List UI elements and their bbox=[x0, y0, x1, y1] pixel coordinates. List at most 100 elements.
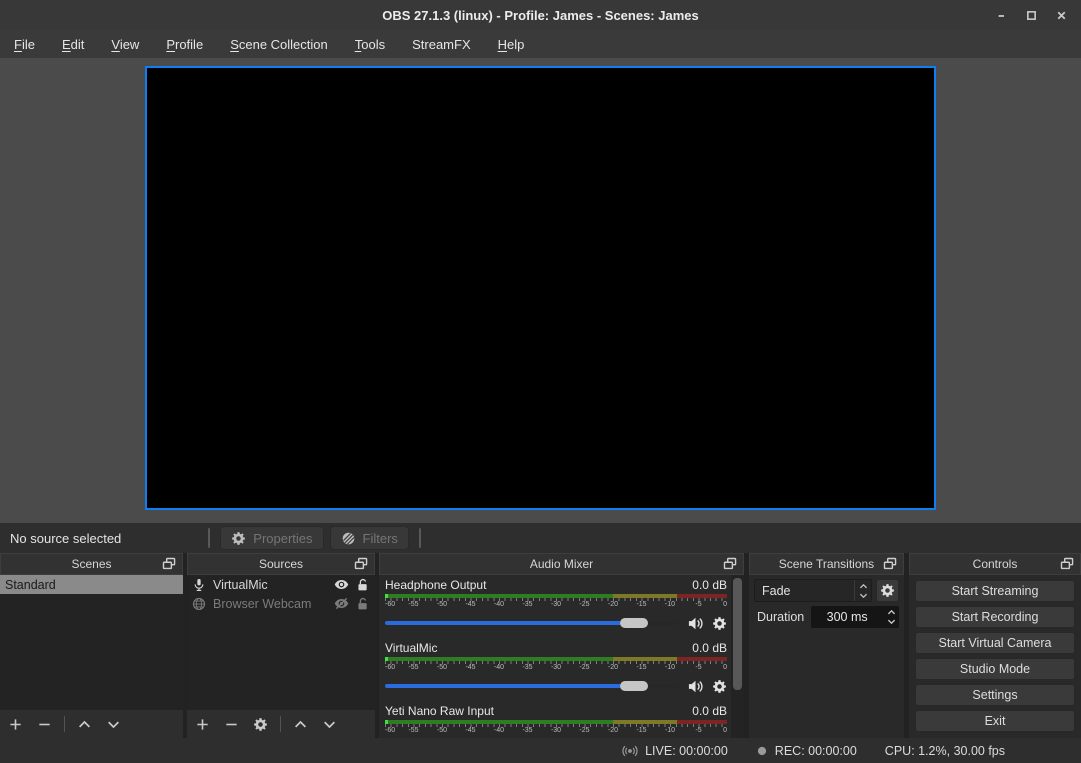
volume-meter bbox=[385, 594, 727, 598]
menu-edit[interactable]: Edit bbox=[62, 37, 84, 52]
menu-view[interactable]: View bbox=[111, 37, 139, 52]
tick-label: -25 bbox=[579, 727, 589, 734]
menu-scene-collection[interactable]: Scene Collection bbox=[230, 37, 328, 52]
source-properties-icon[interactable] bbox=[253, 717, 268, 732]
source-item[interactable]: VirtualMic bbox=[187, 575, 375, 594]
speaker-icon[interactable] bbox=[687, 615, 704, 632]
preview-canvas[interactable] bbox=[145, 66, 936, 510]
mixer-channel: Headphone Output0.0 dB-60-55-50-45-40-35… bbox=[385, 578, 727, 632]
move-source-up-icon[interactable] bbox=[293, 717, 308, 732]
scene-transitions-panel-header: Scene Transitions bbox=[749, 553, 904, 575]
add-source-icon[interactable] bbox=[195, 717, 210, 732]
transition-value: Fade bbox=[762, 584, 791, 598]
tick-label: -30 bbox=[551, 601, 561, 608]
spinner-up-icon[interactable] bbox=[883, 608, 899, 617]
tick-label: -15 bbox=[636, 727, 646, 734]
volume-slider[interactable] bbox=[385, 618, 679, 628]
speaker-icon[interactable] bbox=[687, 678, 704, 695]
properties-label: Properties bbox=[253, 531, 312, 546]
tick-label: -60 bbox=[385, 664, 395, 671]
menu-profile[interactable]: Profile bbox=[166, 37, 203, 52]
scenes-toolbar bbox=[0, 710, 183, 738]
transition-select[interactable]: Fade bbox=[754, 579, 872, 602]
duration-spinbox[interactable]: 300 ms bbox=[811, 606, 899, 628]
tick-label: -40 bbox=[494, 727, 504, 734]
tick-label: -15 bbox=[636, 601, 646, 608]
controls-panel: Controls Start StreamingStart RecordingS… bbox=[909, 553, 1081, 738]
eye-slash-icon[interactable] bbox=[334, 596, 349, 611]
gear-icon[interactable] bbox=[712, 679, 727, 694]
title-bar: OBS 27.1.3 (linux) - Profile: James - Sc… bbox=[0, 0, 1081, 30]
mixer-scrollbar[interactable] bbox=[731, 575, 744, 738]
scene-item[interactable]: Standard bbox=[0, 575, 183, 594]
spinner-up-icon[interactable] bbox=[859, 582, 868, 591]
rec-time: REC: 00:00:00 bbox=[775, 744, 857, 758]
spinner-down-icon[interactable] bbox=[859, 591, 868, 600]
menu-tools[interactable]: Tools bbox=[355, 37, 385, 52]
toolbar-separator bbox=[208, 528, 210, 548]
source-toolbar: No source selected Properties Filters bbox=[0, 523, 1081, 553]
record-dot-icon bbox=[756, 745, 768, 757]
remove-scene-icon[interactable] bbox=[37, 717, 52, 732]
slider-handle[interactable] bbox=[620, 681, 648, 691]
move-source-down-icon[interactable] bbox=[322, 717, 337, 732]
tick-label: -40 bbox=[494, 664, 504, 671]
main-area bbox=[0, 58, 1081, 523]
scrollbar-thumb[interactable] bbox=[733, 578, 742, 690]
maximize-button[interactable] bbox=[1023, 7, 1039, 23]
popout-icon[interactable] bbox=[1060, 557, 1075, 572]
popout-icon[interactable] bbox=[723, 557, 738, 572]
start-virtual-camera-button[interactable]: Start Virtual Camera bbox=[915, 632, 1075, 654]
lock-open-icon[interactable] bbox=[356, 597, 370, 611]
channel-level: 0.0 dB bbox=[692, 704, 727, 719]
popout-icon[interactable] bbox=[354, 557, 369, 572]
add-scene-icon[interactable] bbox=[8, 717, 23, 732]
tick-label: -55 bbox=[408, 727, 418, 734]
studio-mode-button[interactable]: Studio Mode bbox=[915, 658, 1075, 680]
sources-panel-title: Sources bbox=[188, 557, 374, 571]
toolbar-separator bbox=[419, 528, 421, 548]
tick-label: -50 bbox=[437, 601, 447, 608]
tick-label: -35 bbox=[522, 727, 532, 734]
spinner-down-icon[interactable] bbox=[883, 617, 899, 626]
slider-handle[interactable] bbox=[620, 618, 648, 628]
popout-icon[interactable] bbox=[883, 557, 898, 572]
volume-slider[interactable] bbox=[385, 681, 679, 691]
gear-icon[interactable] bbox=[712, 616, 727, 631]
source-item[interactable]: Browser Webcam bbox=[187, 594, 375, 613]
scene-name: Standard bbox=[5, 578, 178, 592]
menu-help[interactable]: Help bbox=[498, 37, 525, 52]
move-scene-up-icon[interactable] bbox=[77, 717, 92, 732]
menu-file[interactable]: File bbox=[14, 37, 35, 52]
sources-list: VirtualMicBrowser Webcam bbox=[187, 575, 375, 710]
scenes-list: Standard bbox=[0, 575, 183, 710]
close-button[interactable] bbox=[1053, 7, 1069, 23]
start-streaming-button[interactable]: Start Streaming bbox=[915, 580, 1075, 602]
menu-bar: File Edit View Profile Scene Collection Tools… bbox=[0, 30, 1081, 58]
move-scene-down-icon[interactable] bbox=[106, 717, 121, 732]
tick-label: -5 bbox=[695, 601, 701, 608]
filters-button[interactable]: Filters bbox=[330, 526, 409, 550]
audio-mixer-panel: Audio Mixer Headphone Output0.0 dB-60-55… bbox=[379, 553, 744, 738]
live-status: LIVE: 00:00:00 bbox=[622, 743, 728, 759]
exit-button[interactable]: Exit bbox=[915, 710, 1075, 732]
transition-properties-button[interactable] bbox=[876, 579, 899, 602]
tick-label: -45 bbox=[465, 727, 475, 734]
minimize-button[interactable] bbox=[993, 7, 1009, 23]
properties-button[interactable]: Properties bbox=[220, 526, 323, 550]
toolbar-separator bbox=[64, 716, 65, 732]
minimize-icon bbox=[995, 9, 1008, 22]
scene-transitions-panel-title: Scene Transitions bbox=[750, 557, 903, 571]
channel-name: Yeti Nano Raw Input bbox=[385, 704, 494, 719]
settings-button[interactable]: Settings bbox=[915, 684, 1075, 706]
eye-icon[interactable] bbox=[334, 577, 349, 592]
tick-label: -20 bbox=[608, 664, 618, 671]
mixer-channel: VirtualMic0.0 dB-60-55-50-45-40-35-30-25… bbox=[385, 641, 727, 695]
popout-icon[interactable] bbox=[162, 557, 177, 572]
lock-open-icon[interactable] bbox=[356, 578, 370, 592]
start-recording-button[interactable]: Start Recording bbox=[915, 606, 1075, 628]
cpu-fps-stats: CPU: 1.2%, 30.00 fps bbox=[885, 744, 1005, 758]
menu-streamfx[interactable]: StreamFX bbox=[412, 37, 471, 52]
remove-source-icon[interactable] bbox=[224, 717, 239, 732]
tick-label: -25 bbox=[579, 601, 589, 608]
